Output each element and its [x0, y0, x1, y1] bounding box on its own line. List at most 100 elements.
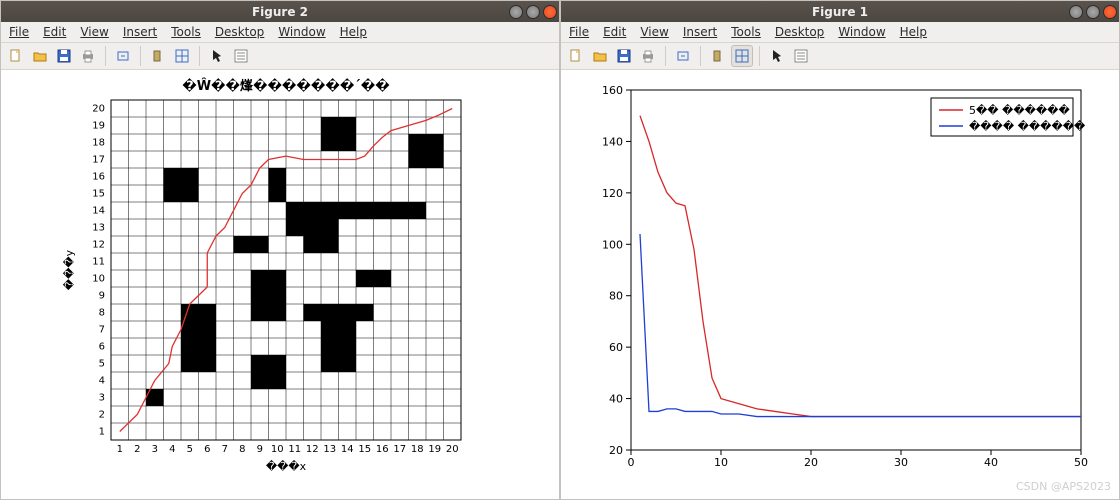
svg-text:30: 30	[894, 456, 908, 469]
svg-text:7: 7	[222, 444, 228, 455]
svg-text:8: 8	[239, 444, 245, 455]
svg-text:1: 1	[99, 427, 105, 438]
svg-text:60: 60	[609, 341, 623, 354]
svg-text:14: 14	[341, 444, 354, 455]
svg-text:7: 7	[99, 325, 105, 336]
pointer-icon[interactable]	[766, 45, 788, 67]
dock-icon[interactable]	[707, 45, 729, 67]
menubar-left: File Edit View Insert Tools Desktop Wind…	[1, 22, 559, 43]
menu-window[interactable]: Window	[838, 25, 885, 39]
svg-text:20: 20	[804, 456, 818, 469]
menu-help[interactable]: Help	[900, 25, 927, 39]
svg-text:2: 2	[134, 444, 140, 455]
svg-text:9: 9	[99, 291, 105, 302]
title-right: Figure 1	[561, 5, 1119, 19]
axes-grid-map: 1234567891011121314151617181920123456789…	[1, 70, 559, 499]
menu-file[interactable]: File	[569, 25, 589, 39]
titlebar-right[interactable]: Figure 1	[561, 1, 1119, 22]
dock-icon[interactable]	[147, 45, 169, 67]
svg-text:19: 19	[428, 444, 441, 455]
svg-text:�Ŵ��㷨�������´��: �Ŵ��㷨�������´��	[182, 78, 390, 94]
svg-text:4: 4	[99, 376, 105, 387]
svg-text:5�� ������: 5�� ������	[969, 104, 1070, 117]
svg-text:0: 0	[628, 456, 635, 469]
svg-text:10: 10	[92, 274, 105, 285]
svg-text:5: 5	[99, 359, 105, 370]
window-figure-1: Figure 1 File Edit View Insert Tools Des…	[560, 0, 1120, 500]
svg-text:11: 11	[92, 257, 105, 268]
svg-text:100: 100	[602, 238, 623, 251]
svg-text:80: 80	[609, 290, 623, 303]
window-figure-2: Figure 2 File Edit View Insert Tools Des…	[0, 0, 560, 500]
menu-edit[interactable]: Edit	[603, 25, 626, 39]
svg-text:16: 16	[92, 172, 105, 183]
menu-edit[interactable]: Edit	[43, 25, 66, 39]
svg-text:20: 20	[609, 444, 623, 457]
svg-text:19: 19	[92, 121, 105, 132]
svg-text:6: 6	[99, 342, 105, 353]
svg-text:50: 50	[1074, 456, 1088, 469]
menu-tools[interactable]: Tools	[171, 25, 201, 39]
menu-window[interactable]: Window	[278, 25, 325, 39]
menu-view[interactable]: View	[640, 25, 668, 39]
save-icon[interactable]	[53, 45, 75, 67]
print-icon[interactable]	[77, 45, 99, 67]
svg-text:���� ������: ���� ������	[969, 120, 1086, 133]
svg-text:17: 17	[393, 444, 406, 455]
new-figure-icon[interactable]	[5, 45, 27, 67]
svg-text:2: 2	[99, 410, 105, 421]
svg-text:13: 13	[92, 223, 105, 234]
toolbar-right	[561, 43, 1119, 70]
svg-text:18: 18	[411, 444, 424, 455]
svg-text:4: 4	[169, 444, 175, 455]
svg-text:8: 8	[99, 308, 105, 319]
menu-desktop[interactable]: Desktop	[775, 25, 825, 39]
layout-icon[interactable]	[731, 45, 753, 67]
svg-text:10: 10	[271, 444, 284, 455]
svg-text:3: 3	[99, 393, 105, 404]
save-icon[interactable]	[613, 45, 635, 67]
svg-text:40: 40	[984, 456, 998, 469]
svg-text:���y: ���y	[63, 249, 76, 290]
layout-icon[interactable]	[171, 45, 193, 67]
svg-text:160: 160	[602, 84, 623, 97]
list-icon[interactable]	[790, 45, 812, 67]
svg-text:13: 13	[323, 444, 336, 455]
toolbar-left	[1, 43, 559, 70]
axes-line-chart: 0 10 20 30 40 50 20 40 60 80 100 120 140 160 5�� �����…	[561, 70, 1119, 499]
svg-text:6: 6	[204, 444, 210, 455]
svg-text:14: 14	[92, 206, 105, 217]
menu-insert[interactable]: Insert	[683, 25, 717, 39]
svg-text:140: 140	[602, 135, 623, 148]
menu-view[interactable]: View	[80, 25, 108, 39]
new-figure-icon[interactable]	[565, 45, 587, 67]
menu-file[interactable]: File	[9, 25, 29, 39]
svg-text:9: 9	[257, 444, 263, 455]
svg-text:120: 120	[602, 187, 623, 200]
list-icon[interactable]	[230, 45, 252, 67]
menu-tools[interactable]: Tools	[731, 25, 761, 39]
svg-text:15: 15	[92, 189, 105, 200]
svg-text:3: 3	[152, 444, 158, 455]
svg-text:16: 16	[376, 444, 389, 455]
svg-text:15: 15	[358, 444, 371, 455]
svg-text:18: 18	[92, 138, 105, 149]
open-icon[interactable]	[29, 45, 51, 67]
svg-text:17: 17	[92, 155, 105, 166]
menu-insert[interactable]: Insert	[123, 25, 157, 39]
link-icon[interactable]	[112, 45, 134, 67]
print-icon[interactable]	[637, 45, 659, 67]
svg-text:12: 12	[92, 240, 105, 251]
menu-desktop[interactable]: Desktop	[215, 25, 265, 39]
svg-text:20: 20	[92, 104, 105, 115]
svg-text:11: 11	[288, 444, 301, 455]
pointer-icon[interactable]	[206, 45, 228, 67]
link-icon[interactable]	[672, 45, 694, 67]
svg-text:20: 20	[446, 444, 459, 455]
svg-text:40: 40	[609, 393, 623, 406]
menu-help[interactable]: Help	[340, 25, 367, 39]
menubar-right: File Edit View Insert Tools Desktop Wind…	[561, 22, 1119, 43]
titlebar-left[interactable]: Figure 2	[1, 1, 559, 22]
open-icon[interactable]	[589, 45, 611, 67]
svg-text:10: 10	[714, 456, 728, 469]
